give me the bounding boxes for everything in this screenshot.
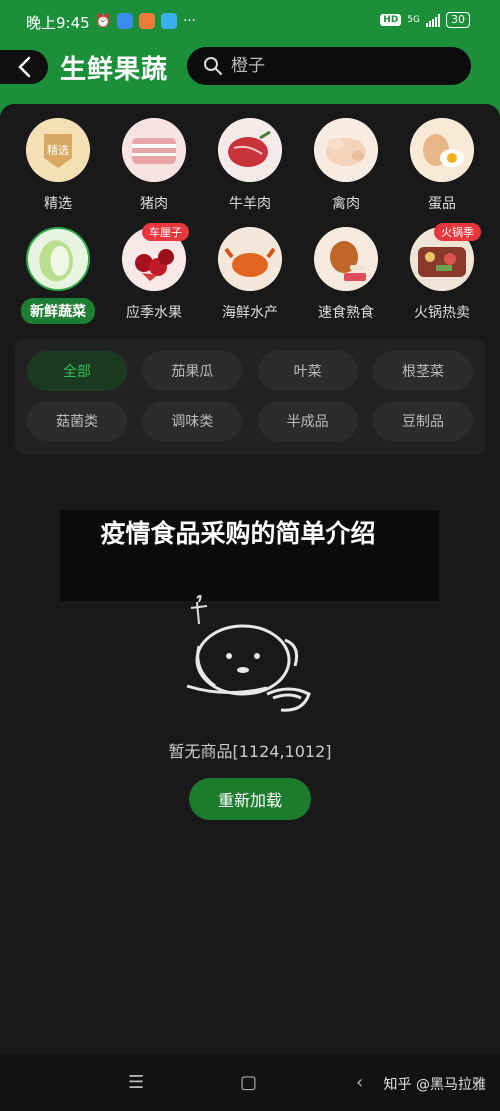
category-item-vegetables[interactable]: 新鲜蔬菜 — [10, 227, 106, 324]
watermark: 知乎 @黑马拉雅 — [383, 1077, 486, 1093]
tag-semi-prepared[interactable]: 半成品 — [257, 401, 358, 441]
alarm-icon: ⏰ — [95, 13, 112, 29]
category-grid: 精选 精选 猪肉 牛羊肉 禽肉 蛋品 新鲜蔬菜 车厘子 应季水果 海鲜水产 速食… — [10, 118, 490, 338]
beef-image — [218, 118, 282, 182]
tag-fruiting-vegetables[interactable]: 茄果瓜 — [142, 351, 243, 391]
category-label: 禽肉 — [332, 196, 360, 212]
tag-leafy-vegetables[interactable]: 叶菜 — [257, 351, 358, 391]
shop-app-icon — [139, 13, 156, 29]
tag-all[interactable]: 全部 — [27, 351, 127, 391]
category-label: 猪肉 — [140, 196, 168, 212]
category-item-seafood[interactable]: 海鲜水产 — [202, 227, 298, 324]
tag-seasonings[interactable]: 调味类 — [142, 401, 243, 441]
chicken-leg-image — [314, 227, 378, 291]
category-item-hotpot[interactable]: 火锅季 火锅热卖 — [394, 223, 490, 324]
battery-icon: 30 — [446, 12, 470, 28]
category-item-beef[interactable]: 牛羊肉 — [202, 118, 298, 213]
tag-soy-products[interactable]: 豆制品 — [372, 401, 473, 441]
back-nav-icon[interactable]: ‹ — [356, 1072, 363, 1093]
home-icon[interactable]: ▢ — [240, 1072, 257, 1093]
search-box[interactable] — [187, 47, 471, 85]
featured-badge-text: 精选 — [47, 144, 69, 157]
poultry-image — [314, 118, 378, 182]
cabbage-image — [26, 227, 90, 291]
category-label: 蛋品 — [428, 196, 456, 212]
category-label: 精选 — [44, 196, 72, 212]
promo-badge: 车厘子 — [142, 223, 189, 241]
menu-icon[interactable]: ☰ — [128, 1072, 144, 1093]
status-bar: 晚上9:45 ⏰ ··· HD 5G 30 — [0, 0, 500, 44]
pork-image — [122, 118, 186, 182]
tag-row: 菇菌类 调味类 半成品 豆制品 — [27, 401, 473, 441]
reload-button[interactable]: 重新加载 — [189, 778, 311, 820]
category-item-fruit[interactable]: 车厘子 应季水果 — [106, 223, 202, 324]
tag-mushrooms[interactable]: 菇菌类 — [27, 401, 127, 441]
empty-state-illustration — [186, 594, 311, 712]
category-item-eggs[interactable]: 蛋品 — [394, 118, 490, 213]
category-item-poultry[interactable]: 禽肉 — [298, 118, 394, 213]
cloud-app-icon — [161, 13, 178, 29]
selected-badge-icon: 精选 — [26, 118, 90, 182]
category-label: 新鲜蔬菜 — [21, 298, 95, 324]
empty-message: 暂无商品[1124,1012] — [168, 742, 332, 761]
search-input[interactable] — [231, 56, 451, 76]
category-item-pork[interactable]: 猪肉 — [106, 118, 202, 213]
category-row: 新鲜蔬菜 车厘子 应季水果 海鲜水产 速食熟食 火锅季 火锅热卖 — [10, 223, 490, 324]
system-nav-bar: ☰ ▢ ‹ 知乎 @黑马拉雅 — [0, 1054, 500, 1111]
category-label: 速食熟食 — [318, 305, 374, 321]
subcategory-panel: 全部 茄果瓜 叶菜 根茎菜 菇菌类 调味类 半成品 豆制品 — [15, 339, 485, 455]
status-time: 晚上9:45 — [26, 14, 90, 32]
egg-image — [410, 118, 474, 182]
header: 生鲜果蔬 — [0, 44, 500, 106]
chat-app-icon — [117, 13, 134, 29]
signal-icon — [426, 13, 440, 27]
page-title: 生鲜果蔬 — [60, 55, 169, 85]
article-title-text: 疫情食品采购的简单介绍 — [100, 519, 376, 548]
hd-badge: HD — [380, 14, 402, 26]
notification-icons: ⏰ ··· — [95, 13, 196, 29]
tag-row: 全部 茄果瓜 叶菜 根茎菜 — [27, 351, 473, 391]
tag-root-vegetables[interactable]: 根茎菜 — [372, 351, 473, 391]
chevron-left-icon — [18, 56, 31, 78]
status-right: HD 5G 30 — [380, 12, 470, 28]
category-row: 精选 精选 猪肉 牛羊肉 禽肉 蛋品 — [10, 118, 490, 213]
search-icon — [204, 57, 222, 75]
category-item-ready-meals[interactable]: 速食熟食 — [298, 227, 394, 324]
category-label: 火锅热卖 — [414, 305, 470, 321]
category-label: 应季水果 — [126, 305, 182, 321]
crab-image — [218, 227, 282, 291]
category-label: 海鲜水产 — [222, 305, 278, 321]
promo-badge: 火锅季 — [434, 223, 481, 241]
more-icon: ··· — [183, 13, 196, 29]
back-button[interactable] — [0, 50, 48, 84]
category-item-featured[interactable]: 精选 精选 — [10, 118, 106, 213]
network-label: 5G — [407, 15, 420, 25]
category-label: 牛羊肉 — [229, 196, 271, 212]
